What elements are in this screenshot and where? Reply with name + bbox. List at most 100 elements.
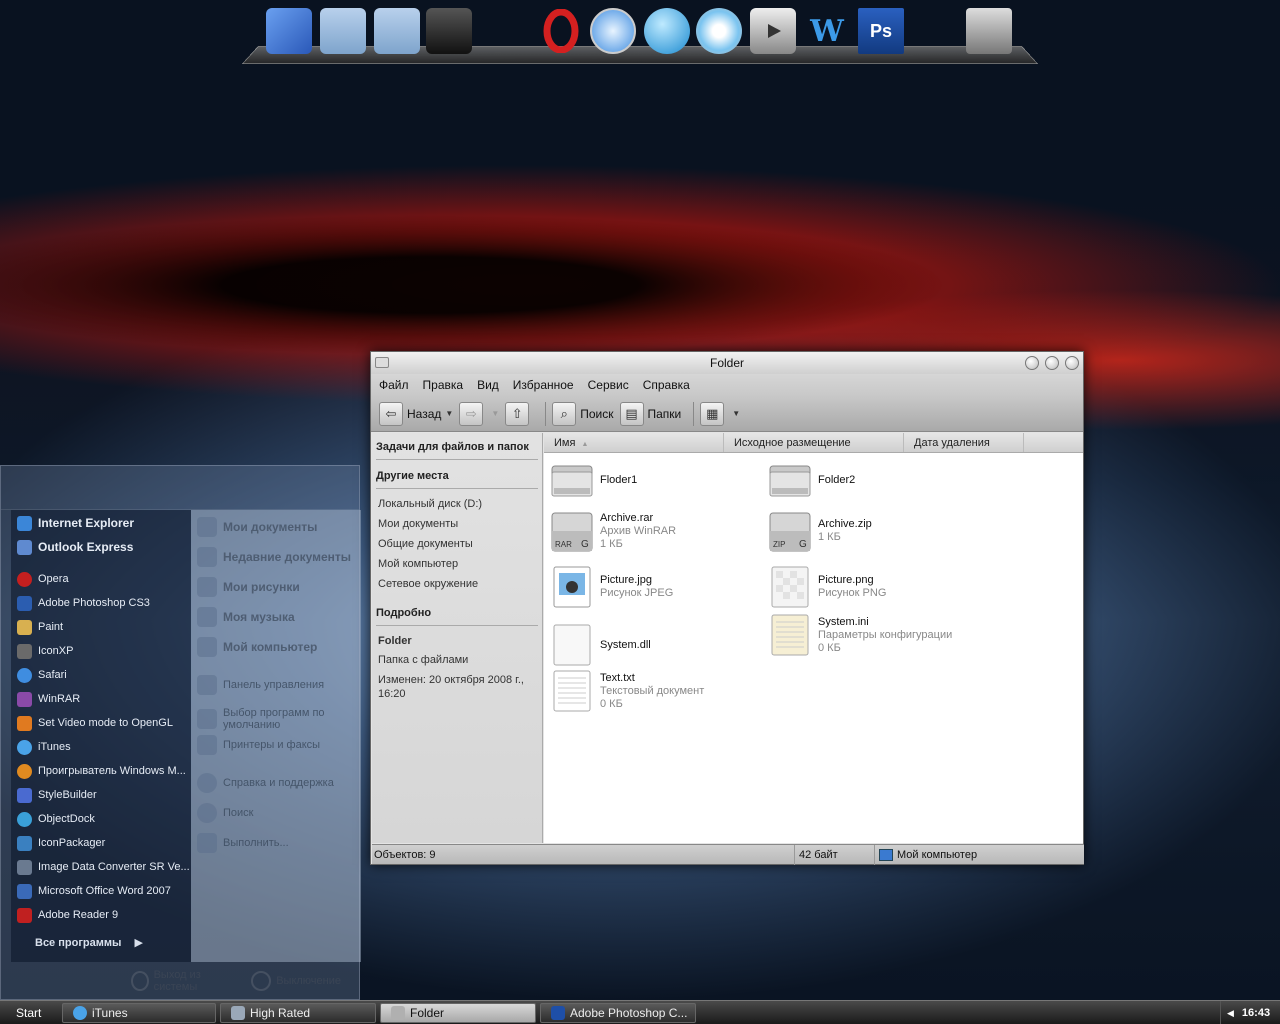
place-run[interactable]: Выполнить...	[197, 833, 359, 853]
iconpackager-icon	[17, 835, 32, 851]
back-button[interactable]: ⇦ Назад ▼	[379, 401, 453, 427]
program-windows-media-player[interactable]: Проигрыватель Windows M...	[17, 761, 189, 781]
file-type: Архив WinRAR	[600, 524, 677, 537]
column-original-location[interactable]: Исходное размещение	[724, 433, 904, 452]
maximize-button[interactable]	[1045, 356, 1059, 370]
downloads-folder-icon[interactable]	[374, 8, 420, 54]
program-itunes[interactable]: iTunes	[17, 737, 189, 757]
details-header[interactable]: Подробно	[376, 607, 540, 619]
taskbar-item-high-rated[interactable]: High Rated	[220, 1002, 376, 1023]
place-recent-documents[interactable]: Недавние документы	[197, 547, 359, 567]
place-network[interactable]: Сетевое окружение	[378, 578, 478, 590]
word-icon[interactable]: W	[804, 8, 850, 54]
place-my-music[interactable]: Моя музыка	[197, 607, 359, 627]
other-places-header[interactable]: Другие места	[376, 470, 540, 482]
column-name[interactable]: Имя ▲	[544, 433, 724, 452]
file-tasks-header[interactable]: Задачи для файлов и папок	[376, 441, 540, 453]
chevron-down-icon[interactable]: ▼	[445, 409, 453, 418]
up-button[interactable]: ⇧	[505, 401, 533, 427]
media-player-icon	[17, 763, 32, 779]
all-programs-button[interactable]: Все программы ▶	[35, 936, 143, 949]
place-shared-documents[interactable]: Общие документы	[378, 538, 473, 550]
taskbar-item-folder[interactable]: Folder	[380, 1002, 536, 1023]
menu-favorites[interactable]: Избранное	[513, 378, 574, 392]
place-search[interactable]: Поиск	[197, 803, 359, 823]
program-opera[interactable]: Opera	[17, 569, 189, 589]
minimize-button[interactable]	[1025, 356, 1039, 370]
file-item[interactable]: RAR G Archive.rar Архив WinRAR 1 КБ	[550, 509, 676, 553]
program-winrar[interactable]: WinRAR	[17, 689, 189, 709]
photoshop-icon[interactable]: Ps	[858, 8, 904, 54]
chevron-left-icon[interactable]: ◀	[1227, 1008, 1234, 1019]
place-my-documents[interactable]: Мои документы	[197, 517, 359, 537]
program-internet-explorer[interactable]: Internet Explorer	[17, 513, 189, 533]
file-item[interactable]: Folder2	[768, 458, 855, 502]
program-word-2007[interactable]: Microsoft Office Word 2007	[17, 881, 189, 901]
program-iconxp[interactable]: IconXP	[17, 641, 189, 661]
chevron-down-icon[interactable]: ▼	[732, 409, 740, 418]
close-button[interactable]	[1065, 356, 1079, 370]
taskbar-item-photoshop[interactable]: Adobe Photoshop C...	[540, 1002, 696, 1023]
menu-file[interactable]: Файл	[379, 378, 409, 392]
place-printers[interactable]: Принтеры и факсы	[197, 735, 359, 755]
safari-icon[interactable]	[590, 8, 636, 54]
folder-icon	[231, 1005, 245, 1020]
menu-tools[interactable]: Сервис	[588, 378, 629, 392]
up-arrow-icon: ⇧	[505, 401, 530, 426]
file-name: System.ini	[818, 615, 869, 628]
file-item[interactable]: Picture.jpg Рисунок JPEG	[550, 565, 673, 609]
itunes-icon[interactable]	[696, 8, 742, 54]
program-outlook-express[interactable]: Outlook Express	[17, 537, 189, 557]
menu-help[interactable]: Справка	[643, 378, 690, 392]
program-stylebuilder[interactable]: StyleBuilder	[17, 785, 189, 805]
program-paint[interactable]: Paint	[17, 617, 189, 637]
program-safari[interactable]: Safari	[17, 665, 189, 685]
documents-folder-icon[interactable]	[320, 8, 366, 54]
stylebuilder-icon	[17, 787, 32, 803]
internet-globe-icon[interactable]	[644, 8, 690, 54]
system-preferences-icon[interactable]	[966, 8, 1012, 54]
file-item[interactable]: Picture.png Рисунок PNG	[768, 565, 886, 609]
details-modified: Изменен: 20 октября 2008 г., 16:20	[378, 674, 524, 700]
taskbar-item-itunes[interactable]: iTunes	[62, 1002, 216, 1023]
shutdown-button[interactable]: Выключение	[251, 971, 341, 991]
word-icon	[17, 883, 32, 899]
program-objectdock[interactable]: ObjectDock	[17, 809, 189, 829]
toolbar-separator	[545, 401, 547, 426]
chevron-down-icon[interactable]: ▼	[491, 409, 499, 418]
logoff-button[interactable]: Выход из системы	[131, 969, 233, 993]
place-local-disk-d[interactable]: Локальный диск (D:)	[378, 498, 482, 510]
start-button[interactable]: Start	[0, 1001, 62, 1024]
window-system-icon[interactable]	[375, 357, 389, 368]
file-item[interactable]: Text.txt Текстовый документ 0 КБ	[550, 669, 704, 713]
file-item[interactable]: ZIP G Archive.zip 1 КБ	[768, 509, 872, 553]
camera-icon[interactable]	[426, 8, 472, 54]
file-item[interactable]: System.dll	[550, 623, 651, 667]
program-iconpackager[interactable]: IconPackager	[17, 833, 189, 853]
column-date-deleted[interactable]: Дата удаления	[904, 433, 1024, 452]
window-titlebar[interactable]: Folder	[371, 352, 1083, 374]
program-adobe-reader[interactable]: Adobe Reader 9	[17, 905, 189, 925]
menu-view[interactable]: Вид	[477, 378, 499, 392]
program-photoshop[interactable]: Adobe Photoshop CS3	[17, 593, 189, 613]
place-my-computer[interactable]: Мой компьютер	[378, 558, 458, 570]
opera-icon[interactable]	[538, 8, 584, 54]
place-control-panel[interactable]: Панель управления	[197, 675, 359, 695]
views-button[interactable]: ▦ ▼	[700, 401, 740, 427]
folders-button[interactable]: ▤ Папки	[619, 401, 681, 427]
place-my-computer[interactable]: Мой компьютер	[197, 637, 359, 657]
forward-button[interactable]: ⇨ ▼	[459, 401, 499, 427]
menu-edit[interactable]: Правка	[423, 378, 464, 392]
search-button[interactable]: ⌕ Поиск	[552, 401, 614, 427]
clock[interactable]: 16:43	[1242, 1007, 1270, 1019]
file-item[interactable]: System.ini Параметры конфигурации 0 КБ	[768, 613, 952, 657]
place-default-programs[interactable]: Выбор программ по умолчанию	[197, 705, 359, 733]
file-item[interactable]: Floder1	[550, 458, 637, 502]
program-image-data-converter[interactable]: Image Data Converter SR Ve...	[17, 857, 189, 877]
finder-icon[interactable]	[266, 8, 312, 54]
place-my-pictures[interactable]: Мои рисунки	[197, 577, 359, 597]
program-set-video-mode[interactable]: Set Video mode to OpenGL	[17, 713, 189, 733]
media-player-icon[interactable]	[750, 8, 796, 54]
place-my-documents[interactable]: Мои документы	[378, 518, 458, 530]
place-help[interactable]: Справка и поддержка	[197, 773, 359, 793]
